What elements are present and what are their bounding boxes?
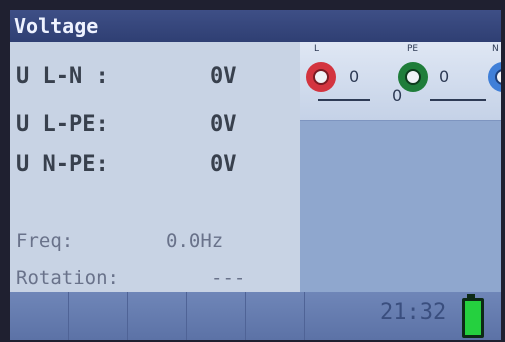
function-key-5[interactable] xyxy=(246,292,305,340)
rotation-value: --- xyxy=(211,267,246,289)
function-key-2[interactable] xyxy=(69,292,128,340)
u-npe-row: U N-PE: 0V xyxy=(16,152,286,192)
pe-n-voltage: 0 xyxy=(439,67,450,86)
function-key-4[interactable] xyxy=(187,292,246,340)
clock-time: 21:32 xyxy=(380,300,447,325)
u-lpe-value: 0V xyxy=(210,112,237,137)
terminal-l-label: L xyxy=(314,44,320,54)
terminal-n-label: N xyxy=(492,44,499,54)
freq-value: 0.0Hz xyxy=(166,230,224,252)
freq-label: Freq: xyxy=(16,230,74,252)
u-npe-value: 0V xyxy=(210,152,237,177)
function-key-1[interactable] xyxy=(10,292,69,340)
rotation-label: Rotation: xyxy=(16,267,119,289)
l-pe-voltage: 0 xyxy=(349,67,360,86)
u-npe-label: U N-PE: xyxy=(16,152,109,177)
terminal-pe-icon xyxy=(398,62,428,92)
l-n-line-right xyxy=(430,99,486,101)
display-screen: Voltage U L-N : 0V U L-PE: 0V U N-PE: 0V… xyxy=(10,10,501,340)
l-n-line-left xyxy=(318,99,370,101)
l-n-voltage: 0 xyxy=(392,86,403,105)
u-lpe-row: U L-PE: 0V xyxy=(16,112,286,152)
screen-title: Voltage xyxy=(10,10,501,42)
u-lpe-label: U L-PE: xyxy=(16,112,109,137)
terminal-n-icon xyxy=(488,62,501,92)
measurement-panel: U L-N : 0V U L-PE: 0V U N-PE: 0V Freq: 0… xyxy=(10,42,300,292)
device-bezel: Voltage U L-N : 0V U L-PE: 0V U N-PE: 0V… xyxy=(0,0,505,342)
terminal-l-icon xyxy=(306,62,336,92)
u-ln-label: U L-N : xyxy=(16,64,109,89)
function-key-3[interactable] xyxy=(128,292,187,340)
u-ln-row: U L-N : 0V xyxy=(16,64,286,104)
status-bar: 21:32 xyxy=(10,292,501,340)
u-ln-value: 0V xyxy=(210,64,237,89)
terminal-pe-label: PE xyxy=(407,44,419,54)
terminal-panel: L PE N 0 0 0 xyxy=(300,42,501,292)
battery-icon xyxy=(462,298,484,338)
terminal-diagram: L PE N 0 0 0 xyxy=(300,42,501,121)
